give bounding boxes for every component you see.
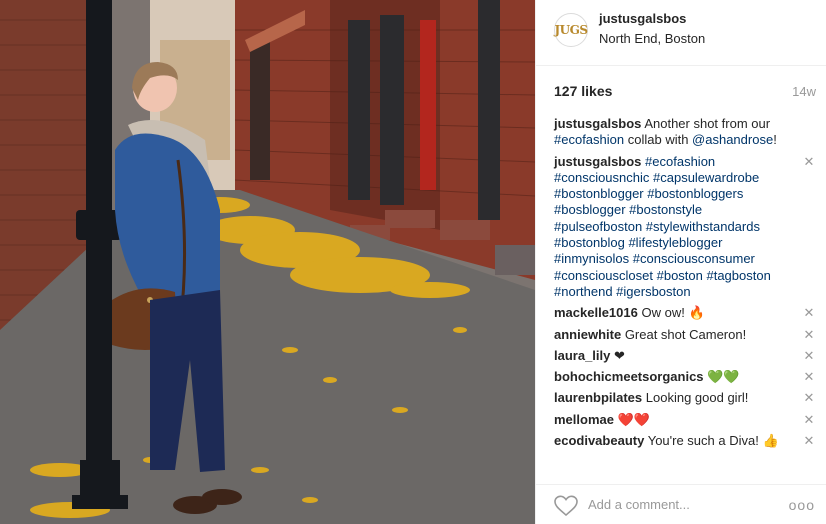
avatar-logo-text: JUGS [554, 23, 588, 37]
hashtag-line[interactable]: #ecofashion [645, 154, 715, 169]
comment-text: Great shot Cameron! [624, 326, 747, 342]
comment-footer: Add a comment... ooo [536, 484, 826, 524]
caption-text: Another shot from our [644, 116, 771, 131]
delete-comment-close-icon[interactable]: ✕ [802, 390, 816, 406]
hashtag-line[interactable]: #pulseofboston #stylewithstandards [554, 219, 760, 234]
more-options-icon[interactable]: ooo [789, 497, 815, 513]
avatar[interactable]: JUGS [554, 13, 588, 47]
hashtag-line[interactable]: #bostonblog #lifestyleblogger [554, 235, 722, 250]
heart-outline-icon[interactable] [554, 495, 578, 517]
delete-comment-close-icon[interactable]: ✕ [802, 305, 816, 321]
caption-text: collab with [624, 132, 693, 148]
comment-hashtags: justusgalsbos #ecofashion #consciousnchi… [554, 154, 816, 301]
hashtag-line[interactable]: #consciouscloset #boston #tagboston [554, 268, 771, 283]
likes-row: 127 likes 14w [554, 83, 816, 101]
mention-link[interactable]: @ashandrose [692, 132, 773, 147]
post-photo[interactable] [0, 0, 535, 524]
comment-item: mackelle1016 Ow ow! 🔥 ✕ [554, 305, 816, 321]
comment-item: laurenbpilates Looking good girl! ✕ [554, 390, 816, 406]
delete-comment-close-icon[interactable]: ✕ [802, 369, 816, 385]
post-side-panel: JUGS justusgalsbos North End, Boston 127… [535, 0, 826, 524]
comment-text: Looking good girl! [645, 390, 749, 406]
hashtag-line[interactable]: #northend #igersboston [554, 284, 691, 299]
comment-item: anniewhite Great shot Cameron! ✕ [554, 327, 816, 343]
hashtag-line[interactable]: #bostonblogger #bostonbloggers [554, 186, 743, 201]
caption-text: ! [773, 132, 777, 148]
post-age[interactable]: 14w [792, 84, 816, 99]
comment-item: mellomae ❤️❤️ ✕ [554, 412, 816, 428]
comment-text: ❤️❤️ [617, 411, 650, 427]
comment-username[interactable]: laurenbpilates [554, 390, 642, 405]
post-location[interactable]: North End, Boston [599, 31, 705, 46]
delete-comment-close-icon[interactable]: ✕ [802, 348, 816, 364]
comment-username[interactable]: justusgalsbos [554, 154, 641, 169]
delete-comment-close-icon[interactable]: ✕ [802, 433, 816, 449]
comment-username[interactable]: mellomae [554, 412, 614, 427]
comment-item: laura_lily ❤ ✕ [554, 348, 816, 364]
comment-username[interactable]: mackelle1016 [554, 305, 638, 320]
comment-item: bohochicmeetsorganics 💚💚 ✕ [554, 369, 816, 385]
likes-count[interactable]: 127 likes [554, 83, 612, 99]
comment-username[interactable]: laura_lily [554, 348, 610, 363]
post-photo-illustration [0, 0, 535, 524]
comment-username[interactable]: bohochicmeetsorganics [554, 369, 704, 384]
delete-comment-close-icon[interactable]: ✕ [802, 154, 816, 170]
hashtag-line[interactable]: #consciousnchic #capsulewardrobe [554, 170, 759, 185]
add-comment-input[interactable]: Add a comment... [588, 497, 690, 512]
comment-item: ecodivabeauty You're such a Diva! 👍 ✕ [554, 433, 816, 449]
comment-username[interactable]: ecodivabeauty [554, 433, 644, 448]
comment-text: You're such a Diva! 👍 [647, 433, 779, 449]
delete-comment-close-icon[interactable]: ✕ [802, 327, 816, 343]
post-header: JUGS justusgalsbos North End, Boston [536, 0, 826, 66]
comment-username[interactable]: anniewhite [554, 327, 621, 342]
comment-username[interactable]: justusgalsbos [554, 116, 641, 131]
comment-text: 💚💚 [707, 369, 740, 385]
comment-list: justusgalsbos Another shot from our #eco… [554, 116, 816, 449]
hashtag-link[interactable]: #ecofashion [554, 132, 624, 147]
hashtag-line[interactable]: #bosblogger #bostonstyle [554, 202, 702, 217]
comment-text: Ow ow! 🔥 [641, 305, 705, 321]
comment-text: ❤ [614, 347, 625, 363]
post-author-username[interactable]: justusgalsbos [599, 11, 686, 26]
caption: justusgalsbos Another shot from our #eco… [554, 116, 816, 149]
delete-comment-close-icon[interactable]: ✕ [802, 412, 816, 428]
hashtag-line[interactable]: #inmynisolos #consciousconsumer [554, 251, 755, 266]
